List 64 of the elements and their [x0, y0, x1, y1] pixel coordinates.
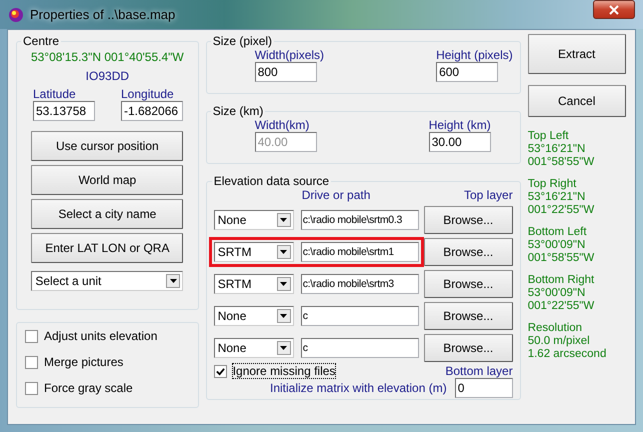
browse-button[interactable]: Browse... [424, 206, 513, 234]
caret-icon [170, 279, 177, 283]
check-icon [216, 366, 225, 376]
close-button[interactable] [593, 0, 635, 19]
window-title: Properties of ..\base.map [30, 7, 176, 22]
locator-text: IO93DD [86, 69, 130, 83]
size-field[interactable]: 30.00 [428, 132, 491, 152]
browse-button[interactable]: Browse... [424, 302, 513, 330]
caret-icon [280, 346, 288, 350]
elevation-field[interactable]: 0 [454, 378, 513, 398]
action-button[interactable]: World map [31, 165, 184, 195]
checkbox-option[interactable]: Ignore missing files [214, 364, 336, 378]
group-label: Centre [22, 34, 60, 48]
browse-button[interactable]: Browse... [424, 270, 513, 298]
group-label: Size (km) [212, 104, 264, 118]
unit-dropdown[interactable]: Select a unit [31, 271, 184, 291]
corner-info-text: Bottom Right 53°00'09"N 001°22'55"W [528, 274, 596, 313]
source-dropdown[interactable]: None [214, 338, 294, 358]
size-field[interactable]: 800 [254, 62, 317, 82]
source-dropdown[interactable]: SRTM [214, 242, 294, 262]
checkbox-option[interactable]: Force gray scale [25, 381, 190, 395]
field-label: Width(km) [254, 118, 310, 132]
path-field[interactable]: c:\radio mobile\srtm3 [300, 274, 419, 294]
close-icon [609, 4, 619, 14]
dialog-button[interactable]: Extract [528, 34, 626, 74]
action-button[interactable]: Use cursor position [31, 131, 184, 161]
corner-info-text: Top Left 53°16'21"N 001°58'55"W [528, 130, 596, 169]
column-header: Top layer [464, 188, 513, 202]
field-label: Height (km) [428, 118, 491, 132]
field-label: Width(pixels) [254, 48, 324, 62]
path-field[interactable]: c:\radio mobile\srtm0.3 [300, 210, 419, 230]
source-dropdown[interactable]: None [214, 306, 294, 326]
field-label: Height (pixels) [436, 48, 513, 62]
caret-icon [280, 314, 288, 318]
column-header: Bottom layer [445, 364, 513, 378]
caret-icon [280, 282, 288, 286]
column-header: Drive or path [302, 188, 370, 202]
caret-icon [280, 218, 288, 222]
globe-icon [8, 6, 24, 22]
size-field[interactable]: 600 [436, 62, 498, 82]
group-label: Elevation data source [212, 174, 330, 188]
source-dropdown[interactable]: None [214, 210, 294, 230]
checkbox-option[interactable]: Merge pictures [25, 355, 190, 369]
path-field[interactable]: c [300, 306, 419, 326]
coordinates-text: 53°08'15.3"N 001°40'55.4"W [30, 50, 184, 64]
corner-info-text: Resolution 50.0 m/pixel 1.62 arcsecond [528, 322, 608, 361]
browse-button[interactable]: Browse... [424, 334, 513, 362]
path-field[interactable]: c [300, 338, 419, 358]
caret-icon [280, 250, 288, 254]
corner-info-text: Bottom Left 53°00'09"N 001°58'55"W [528, 226, 596, 265]
longitude-field[interactable]: -1.682066 [121, 101, 183, 121]
action-button[interactable]: Enter LAT LON or QRA [31, 233, 184, 263]
latitude-field[interactable]: 53.13758 [33, 101, 95, 121]
browse-button[interactable]: Browse... [424, 238, 513, 266]
field-label: Longitude [121, 87, 175, 101]
path-field[interactable]: c:\radio mobile\srtm1 [300, 242, 419, 262]
checkbox-option[interactable]: Adjust units elevation [25, 329, 190, 343]
action-button[interactable]: Select a city name [31, 199, 184, 229]
source-dropdown[interactable]: SRTM [214, 274, 294, 294]
corner-info-text: Top Right 53°16'21"N 001°22'55"W [528, 178, 596, 217]
field-label: Initialize matrix with elevation (m) [270, 381, 447, 395]
group-label: Size (pixel) [212, 34, 274, 48]
dialog-button[interactable]: Cancel [528, 85, 626, 117]
field-label: Latitude [33, 87, 77, 101]
